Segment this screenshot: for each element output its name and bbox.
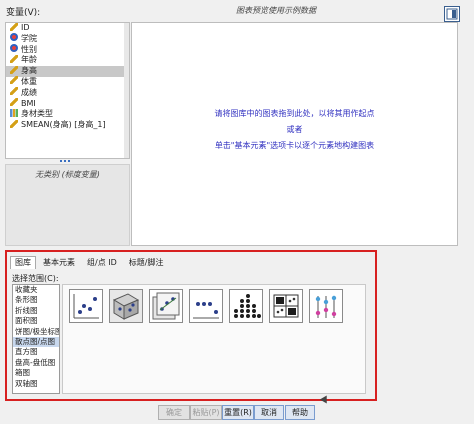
scatter-matrix-icon[interactable]	[269, 289, 303, 323]
gallery-tabs: 图库 基本元素 组/点 ID 标题/脚注	[10, 256, 170, 269]
help-button[interactable]: 帮助	[285, 405, 315, 420]
variable-item[interactable]: 身材类型	[6, 108, 129, 120]
nominal-measure-icon	[10, 33, 18, 42]
grouped-scatter-icon[interactable]	[149, 289, 183, 323]
scale-measure-icon	[10, 65, 18, 74]
cancel-button[interactable]: 取消	[254, 405, 284, 420]
variable-item[interactable]: 成绩	[6, 87, 129, 99]
chart-type-item[interactable]: 收藏夹	[13, 285, 59, 295]
canvas-hint-or: 或者	[286, 125, 303, 134]
variable-label: 身材类型	[21, 109, 53, 119]
variable-item[interactable]: 年龄	[6, 54, 129, 66]
paste-button[interactable]: 粘贴(P)	[190, 405, 222, 420]
dot-stack-icon[interactable]	[229, 289, 263, 323]
reset-button[interactable]: 重置(R)	[222, 405, 254, 420]
chart-type-item[interactable]: 双轴图	[13, 379, 59, 389]
canvas-hint-drag: 请将图库中的图表拖到此处，以将其用作起点	[214, 109, 375, 118]
3d-scatter-icon[interactable]	[109, 289, 143, 323]
variable-item[interactable]: ID	[6, 23, 129, 34]
simple-dot-plot-icon[interactable]	[189, 289, 223, 323]
variable-label: 身高	[21, 66, 37, 76]
simple-scatter-icon[interactable]	[69, 289, 103, 323]
chart-options-icon[interactable]	[444, 6, 460, 22]
chart-type-item[interactable]: 散点图/点图	[13, 336, 59, 348]
chart-type-item[interactable]: 条形图	[13, 295, 59, 305]
scale-measure-icon	[10, 119, 18, 128]
tab-basic-elements[interactable]: 基本元素	[38, 256, 80, 270]
variable-item[interactable]: 性别	[6, 44, 129, 56]
nominal-measure-icon	[10, 44, 18, 53]
canvas-hint-basic-elements: 单击"基本元素"选项卡以逐个元素地构建图表	[214, 141, 375, 150]
scale-measure-icon	[10, 54, 18, 63]
ok-button[interactable]: 确定	[158, 405, 190, 420]
variable-label: 年龄	[21, 55, 37, 65]
chart-canvas-dropzone[interactable]: 请将图库中的图表拖到此处，以将其用作起点 或者 单击"基本元素"选项卡以逐个元素…	[131, 22, 458, 246]
chart-type-item[interactable]: 箱图	[13, 368, 59, 378]
choose-from-label: 选择范围(C):	[12, 274, 59, 283]
chart-type-item[interactable]: 盘高-盘低图	[13, 358, 59, 368]
tab-titles-footnotes[interactable]: 标题/脚注	[124, 256, 169, 270]
chart-type-item[interactable]: 折线图	[13, 306, 59, 316]
variable-label: 性别	[21, 44, 37, 54]
category-info-text: 无类别 (标度变量)	[35, 170, 100, 179]
variable-item[interactable]: BMI	[6, 98, 129, 110]
variable-item[interactable]: 体重	[6, 76, 129, 88]
scale-measure-icon	[10, 76, 18, 85]
chart-type-item[interactable]: 直方图	[13, 347, 59, 357]
gallery-thumbnail-pane	[62, 284, 366, 394]
preview-note: 图表预览使用示例数据	[236, 6, 316, 15]
variable-item[interactable]: 学院	[6, 33, 129, 45]
variable-label: BMI	[21, 98, 36, 108]
category-info-box: 无类别 (标度变量)	[5, 164, 130, 246]
variable-label: 体重	[21, 76, 37, 86]
scale-measure-icon	[10, 87, 18, 96]
variable-item[interactable]: SMEAN(身高) [身高_1]	[6, 119, 129, 131]
chart-type-list[interactable]: 收藏夹 条形图 折线图 面积图 饼图/极坐标图 散点图/点图 直方图 盘高-盘低图 箱图 双轴图	[12, 284, 60, 394]
tab-gallery[interactable]: 图库	[10, 256, 36, 269]
scale-measure-icon	[10, 23, 18, 31]
chart-type-item[interactable]: 面积图	[13, 316, 59, 326]
variable-list[interactable]: ID 学院 性别 年龄 身高 体重 成绩 BMI 身材类型 SMEAN(身高) [身高_1]	[5, 22, 130, 159]
variable-label: ID	[21, 23, 30, 32]
tab-group-point-id[interactable]: 组/点 ID	[82, 256, 122, 270]
variable-label: SMEAN(身高) [身高_1]	[21, 120, 106, 130]
variable-label: 成绩	[21, 87, 37, 97]
chart-type-item[interactable]: 饼图/极坐标图	[13, 327, 59, 337]
variable-item[interactable]: 身高	[6, 65, 129, 77]
variable-list-scrollbar[interactable]	[124, 23, 129, 158]
drop-line-icon[interactable]	[309, 289, 343, 323]
scale-measure-icon	[10, 98, 18, 107]
variables-label: 变量(V):	[6, 8, 41, 18]
ordinal-measure-icon	[10, 108, 18, 117]
variable-label: 学院	[21, 33, 37, 43]
